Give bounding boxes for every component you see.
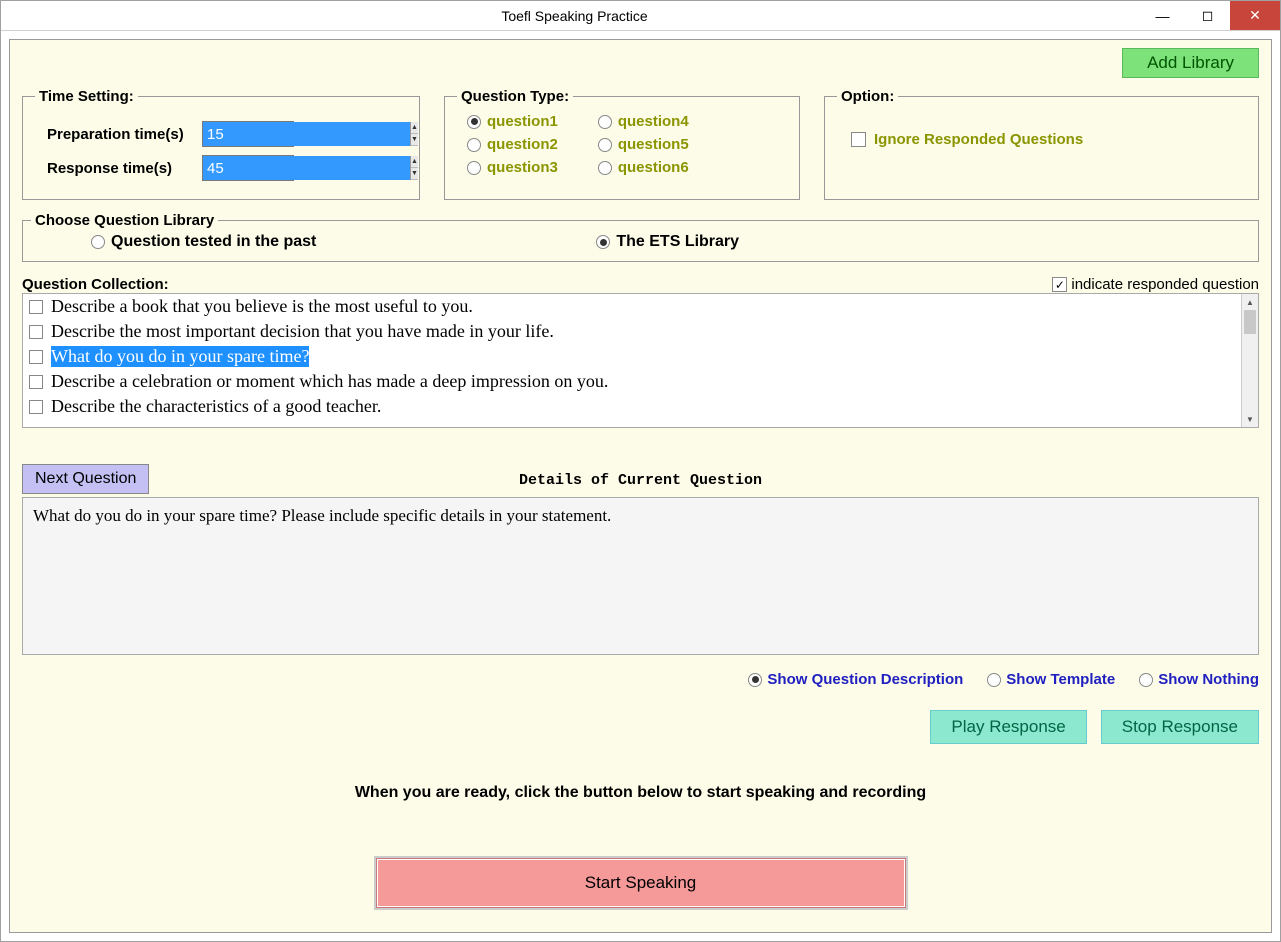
radio-icon [598,115,612,129]
radio-icon [596,235,610,249]
option-group: Option: Ignore Responded Questions [824,88,1259,200]
list-item[interactable]: Describe the characteristics of a good t… [23,394,1241,419]
qt-option-5[interactable]: question5 [598,136,689,153]
minimize-button[interactable]: — [1140,1,1185,30]
ready-instruction: When you are ready, click the button bel… [22,784,1259,802]
resp-time-input[interactable] [203,156,410,180]
list-item[interactable]: Describe a book that you believe is the … [23,294,1241,319]
resp-time-arrows: ▲ ▼ [410,156,418,180]
details-textbox: What do you do in your spare time? Pleas… [22,497,1259,655]
details-label: Details of Current Question [22,472,1259,489]
prep-up-icon[interactable]: ▲ [411,122,418,134]
resp-down-icon[interactable]: ▼ [411,168,418,180]
add-library-button[interactable]: Add Library [1122,48,1259,78]
show-options: Show Question Description Show Template … [22,671,1259,688]
library-group: Choose Question Library Question tested … [22,212,1259,262]
prep-time-label: Preparation time(s) [47,126,202,143]
prep-time-spinner[interactable]: ▲ ▼ [202,121,294,147]
radio-icon [467,115,481,129]
list-item[interactable]: Describe the most important decision tha… [23,319,1241,344]
response-buttons: Play Response Stop Response [22,710,1259,744]
list-item[interactable]: Describe a celebration or moment which h… [23,369,1241,394]
question-list: Describe a book that you believe is the … [22,293,1259,428]
prep-time-input[interactable] [203,122,410,146]
qt-option-1[interactable]: question1 [467,113,558,130]
show-nothing-option[interactable]: Show Nothing [1139,671,1259,688]
question-type-grid: question1 question2 question3 question4 … [457,113,787,176]
window-controls: — ◻ ✕ [1140,1,1280,30]
time-setting-legend: Time Setting: [35,88,138,105]
checkbox-icon[interactable] [29,400,43,414]
show-description-option[interactable]: Show Question Description [748,671,963,688]
scrollbar[interactable]: ▲ ▼ [1241,294,1258,427]
checkbox-icon[interactable] [29,350,43,364]
start-speaking-button[interactable]: Start Speaking [376,858,906,908]
question-type-group: Question Type: question1 question2 quest… [444,88,800,200]
checkbox-icon[interactable] [29,300,43,314]
next-question-button[interactable]: Next Question [22,464,149,494]
time-setting-group: Time Setting: Preparation time(s) ▲ ▼ Re… [22,88,420,200]
titlebar: Toefl Speaking Practice — ◻ ✕ [1,1,1280,31]
resp-time-spinner[interactable]: ▲ ▼ [202,155,294,181]
show-template-option[interactable]: Show Template [987,671,1115,688]
checkbox-icon [1052,277,1067,292]
stop-response-button[interactable]: Stop Response [1101,710,1259,744]
prep-down-icon[interactable]: ▼ [411,134,418,146]
scroll-down-icon[interactable]: ▼ [1242,411,1258,427]
qt-option-2[interactable]: question2 [467,136,558,153]
question-items[interactable]: Describe a book that you believe is the … [23,294,1241,427]
checkbox-icon[interactable] [29,325,43,339]
radio-icon [91,235,105,249]
checkbox-icon[interactable] [29,375,43,389]
close-button[interactable]: ✕ [1230,1,1280,30]
collection-header: Question Collection: indicate responded … [22,276,1259,293]
indicate-responded-option[interactable]: indicate responded question [1052,276,1259,293]
top-settings-row: Time Setting: Preparation time(s) ▲ ▼ Re… [22,88,1259,200]
maximize-button[interactable]: ◻ [1185,1,1230,30]
library-legend: Choose Question Library [31,212,218,229]
qt-col-2: question4 question5 question6 [598,113,689,176]
library-options: Question tested in the past The ETS Libr… [31,233,1250,251]
play-response-button[interactable]: Play Response [930,710,1086,744]
library-ets-option[interactable]: The ETS Library [596,233,739,251]
resp-time-row: Response time(s) ▲ ▼ [35,155,407,181]
list-item[interactable]: What do you do in your spare time? [23,344,1241,369]
window-title: Toefl Speaking Practice [9,8,1140,24]
ignore-responded-option[interactable]: Ignore Responded Questions [837,113,1246,166]
radio-icon [467,138,481,152]
qt-option-6[interactable]: question6 [598,159,689,176]
qt-option-4[interactable]: question4 [598,113,689,130]
qt-option-3[interactable]: question3 [467,159,558,176]
question-type-legend: Question Type: [457,88,573,105]
scroll-up-icon[interactable]: ▲ [1242,294,1258,310]
scroll-thumb[interactable] [1244,310,1256,334]
library-past-option[interactable]: Question tested in the past [91,233,316,251]
resp-time-label: Response time(s) [47,160,202,177]
prep-time-arrows: ▲ ▼ [410,122,418,146]
radio-icon [598,161,612,175]
radio-icon [1139,673,1153,687]
radio-icon [467,161,481,175]
option-legend: Option: [837,88,898,105]
radio-icon [598,138,612,152]
app-window: Toefl Speaking Practice — ◻ ✕ Add Librar… [0,0,1281,942]
prep-time-row: Preparation time(s) ▲ ▼ [35,121,407,147]
resp-up-icon[interactable]: ▲ [411,156,418,168]
app-body: Add Library Time Setting: Preparation ti… [9,39,1272,933]
collection-label: Question Collection: [22,276,169,293]
qt-col-1: question1 question2 question3 [467,113,558,176]
radio-icon [748,673,762,687]
radio-icon [987,673,1001,687]
checkbox-icon [851,132,866,147]
